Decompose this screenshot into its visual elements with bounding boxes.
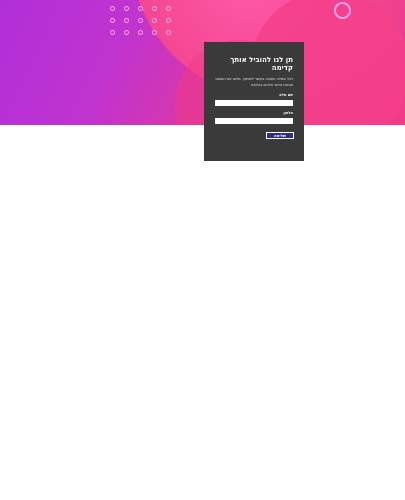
form-title: תן לנו להוביל אותך קדימה — [230, 56, 293, 72]
contact-form-card: תן לנו להוביל אותך קדימה לכל שאלה והצעה … — [204, 42, 304, 161]
hero-banner — [0, 0, 405, 125]
submit-button[interactable]: שליחה — [266, 132, 294, 139]
dot-icon — [166, 30, 171, 35]
dot-icon — [166, 6, 171, 11]
phone-input[interactable] — [215, 118, 293, 124]
dot-icon — [152, 6, 157, 11]
dot-icon — [166, 18, 171, 23]
dot-icon — [138, 18, 143, 23]
dot-icon — [124, 18, 129, 23]
dot-icon — [110, 30, 115, 35]
form-description: לכל שאלה והצעה בקשר לשיתוף, מלאו את הטופ… — [215, 77, 293, 87]
dot-icon — [110, 6, 115, 11]
decorative-dots — [110, 6, 172, 36]
dot-icon — [138, 6, 143, 11]
decorative-ring-icon — [334, 2, 351, 19]
dot-icon — [124, 6, 129, 11]
dot-icon — [152, 30, 157, 35]
phone-label: טלפון — [283, 111, 293, 115]
dot-icon — [124, 30, 129, 35]
dot-icon — [152, 18, 157, 23]
name-input[interactable] — [215, 100, 293, 106]
name-label: שם מלא — [279, 93, 293, 97]
dot-icon — [138, 30, 143, 35]
dot-icon — [110, 18, 115, 23]
